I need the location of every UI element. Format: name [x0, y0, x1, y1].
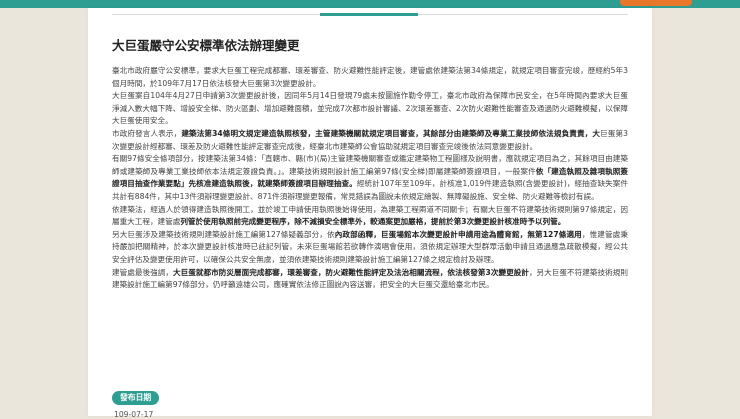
publish-date: 109-07-17: [114, 410, 154, 419]
article-paragraph: 市政府發言人表示，建築法第34條明文規定建造執照核發，主管建築機關就規定項目審查…: [112, 128, 628, 153]
paragraph-text: 市政府發言人表示，: [112, 128, 182, 138]
article-paragraph: 建管處最後強調，大巨蛋就都市防災層面完成都審，環差審查，防火避難性能評定及法治相…: [112, 267, 628, 292]
article-card: 大巨蛋嚴守公安標準依法辦理變更 臺北市政府嚴守公安標準，要求大巨蛋工程完成都審、…: [88, 8, 652, 419]
emphasized-text: 列管於使用執照前完成變更程序，除不減損安全標準外，較通案更加嚴格，提前於第3次變…: [180, 217, 566, 227]
top-bar-accent[interactable]: [620, 0, 692, 6]
paragraph-text: 建管處最後強調，: [112, 267, 173, 277]
article-paragraph: 臺北市政府嚴守公安標準，要求大巨蛋工程完成都審、環差審查、防火避難性能評定後，建…: [112, 65, 628, 90]
article-paragraph: 另大巨蛋涉及建築技術規則建築設計施工編第127條疑義部分，依內政部函釋，巨蛋場館…: [112, 229, 628, 267]
article-body: 臺北市政府嚴守公安標準，要求大巨蛋工程完成都審、環差審查、防火避難性能評定後，建…: [112, 65, 628, 292]
emphasized-text: 大巨蛋就都市防災層面完成都審，環差審查，防火避難性能評定及法治相關流程，依法核發…: [172, 267, 529, 277]
paragraph-text: 臺北市政府嚴守公安標準，要求大巨蛋工程完成都審、環差審查、防火避難性能評定後，建…: [112, 66, 628, 88]
active-tab-indicator: [320, 13, 418, 16]
paragraph-text: 大巨蛋案自104年4月27日申請第3次變更設計後，因同年5月14日發現79處未按…: [112, 91, 628, 126]
paragraph-text: 另大巨蛋涉及建築技術規則建築設計施工編第127條疑義部分，依: [112, 229, 335, 239]
top-bar: [0, 0, 740, 8]
article-title: 大巨蛋嚴守公安標準依法辦理變更: [112, 38, 300, 53]
article-paragraph: 依建築法，經過人於領得建造執照後開工，並於竣工申請使用執照後始得使用，為建築工程…: [112, 204, 628, 229]
article-paragraph: 大巨蛋案自104年4月27日申請第3次變更設計後，因同年5月14日發現79處未按…: [112, 90, 628, 128]
tab-divider: [112, 13, 628, 16]
article-paragraph: 有關97條安全條項部分，按建築法第34條：「直轄市、縣(市)(局)主管建築機關審…: [112, 153, 628, 203]
emphasized-text: 內政部函釋，巨蛋場館本次變更設計申請用途為體育館，無第127條適用: [334, 229, 582, 239]
publish-date-badge: 發布日期: [112, 391, 160, 405]
emphasized-text: 建築法第34條明文規定建造執照核發，主管建築機關就規定項目審查，其餘部分由建築師…: [181, 128, 601, 138]
